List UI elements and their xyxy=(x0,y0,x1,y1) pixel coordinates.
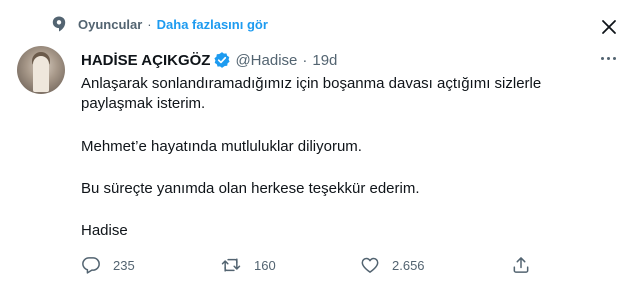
header-separator: · xyxy=(302,51,308,69)
tweet-text-paragraph: Bu süreçte yanımda olan herkese teşekkür… xyxy=(81,180,420,197)
reply-icon xyxy=(81,255,101,275)
verified-badge-icon xyxy=(213,51,231,69)
avatar[interactable] xyxy=(17,46,65,94)
tweet-text-paragraph: Anlaşarak sonlandıramadığımız için boşan… xyxy=(81,75,542,112)
reply-count: 235 xyxy=(113,257,135,273)
more-options-button[interactable] xyxy=(596,48,620,68)
reply-button[interactable]: 235 xyxy=(81,254,135,276)
topic-context: Oyuncular · Daha fazlasını gör xyxy=(50,13,268,35)
tweet-text-paragraph: Hadise xyxy=(81,222,128,239)
retweet-button[interactable]: 160 xyxy=(220,254,276,276)
more-options-icon xyxy=(600,56,616,60)
tweet-text-paragraph: Mehmet’e hayatında mutluluklar diliyorum… xyxy=(81,138,362,155)
share-icon xyxy=(511,255,531,275)
topic-name[interactable]: Oyuncular xyxy=(78,17,142,32)
tweet-time[interactable]: 19d xyxy=(312,52,337,69)
user-handle[interactable]: @Hadise xyxy=(235,52,297,69)
like-icon xyxy=(360,255,380,275)
close-button[interactable] xyxy=(596,14,622,40)
like-count: 2.656 xyxy=(392,257,425,273)
see-more-link[interactable]: Daha fazlasını gör xyxy=(157,17,268,32)
topic-separator: · xyxy=(147,16,152,32)
topic-icon xyxy=(50,15,68,33)
tweet-actions: 235 160 2.656 xyxy=(81,254,541,276)
retweet-count: 160 xyxy=(254,257,276,273)
retweet-icon xyxy=(220,255,242,275)
share-button[interactable] xyxy=(511,254,531,276)
like-button[interactable]: 2.656 xyxy=(360,254,425,276)
tweet-header: HADİSE AÇIKGÖZ @Hadise · 19d xyxy=(81,50,337,70)
tweet-card[interactable]: Oyuncular · Daha fazlasını gör HADİSE AÇ… xyxy=(0,0,640,298)
close-icon xyxy=(601,19,617,35)
display-name[interactable]: HADİSE AÇIKGÖZ xyxy=(81,52,210,69)
